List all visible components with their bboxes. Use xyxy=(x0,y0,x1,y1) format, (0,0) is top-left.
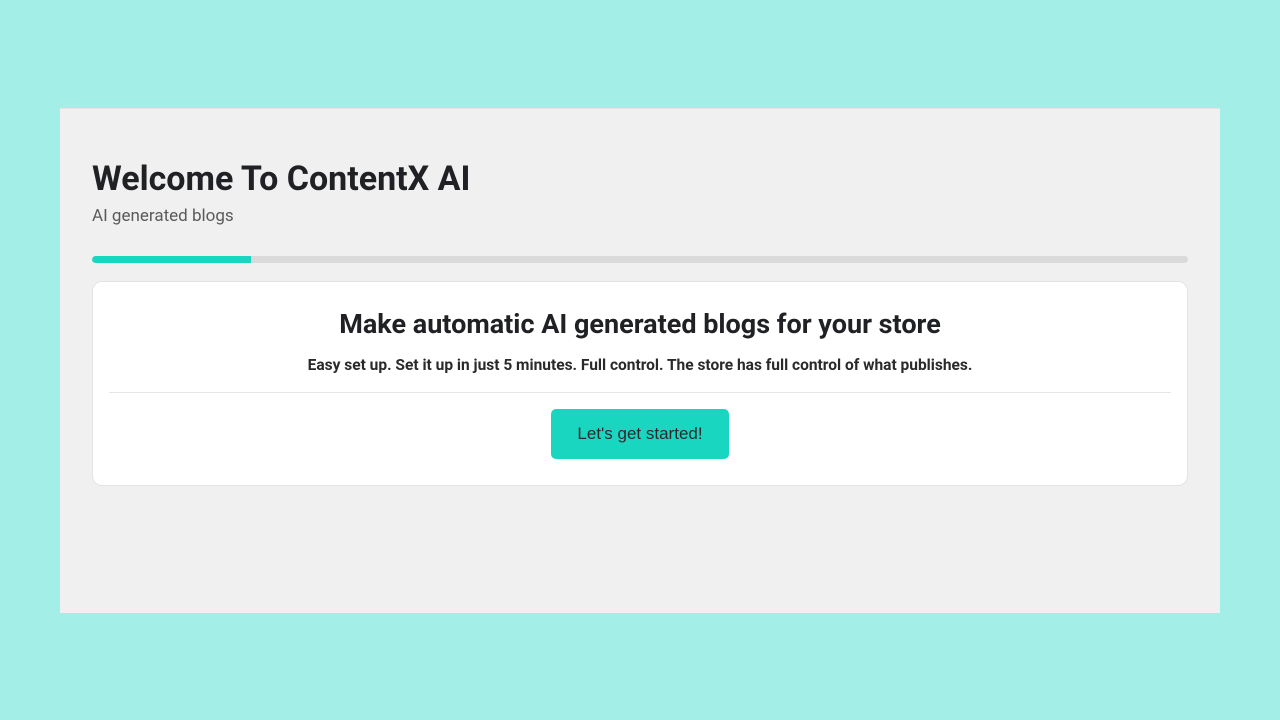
page-title: Welcome To ContentX AI xyxy=(92,159,1188,200)
card-subtext: Easy set up. Set it up in just 5 minutes… xyxy=(113,356,1167,392)
onboarding-panel: Welcome To ContentX AI AI generated blog… xyxy=(60,108,1220,613)
progress-bar xyxy=(92,256,1188,263)
get-started-button[interactable]: Let's get started! xyxy=(551,409,728,459)
divider xyxy=(109,392,1171,393)
onboarding-card: Make automatic AI generated blogs for yo… xyxy=(92,281,1188,486)
progress-fill xyxy=(92,256,251,263)
page-subtitle: AI generated blogs xyxy=(92,206,1188,226)
card-heading: Make automatic AI generated blogs for yo… xyxy=(113,308,1167,340)
